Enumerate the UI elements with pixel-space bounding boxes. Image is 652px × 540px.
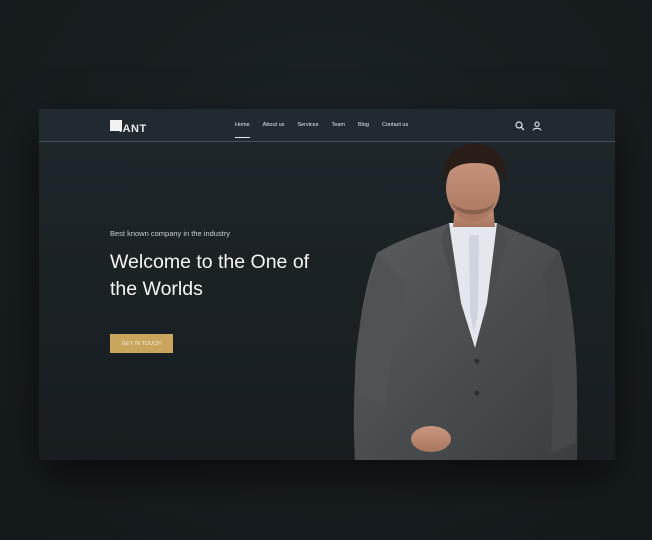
hero-person-image	[353, 143, 578, 460]
header-icons	[515, 121, 542, 131]
nav-item-contact-us[interactable]: Contact us	[382, 122, 408, 128]
nav-item-blog[interactable]: Blog	[358, 122, 369, 128]
logo-mark-icon	[110, 120, 122, 131]
main-nav: Home About us Services Team Blog Contact…	[235, 122, 408, 138]
nav-item-home[interactable]: Home	[235, 122, 250, 138]
hero-card: IANT Home About us Services Team Blog Co…	[39, 109, 615, 460]
search-icon[interactable]	[515, 121, 525, 131]
logo[interactable]: IANT	[110, 117, 147, 135]
nav-item-services[interactable]: Services	[297, 122, 318, 128]
header-divider	[39, 141, 615, 142]
hero-headline: Welcome to the One of the Worlds	[110, 251, 310, 300]
nav-item-about-us[interactable]: About us	[263, 122, 285, 128]
hero-tagline: Best known company in the industry	[110, 229, 231, 238]
user-icon[interactable]	[532, 121, 542, 131]
get-in-touch-button[interactable]: GET IN TOUCH	[110, 334, 173, 353]
nav-item-team[interactable]: Team	[331, 122, 344, 128]
logo-text: IANT	[119, 123, 147, 135]
